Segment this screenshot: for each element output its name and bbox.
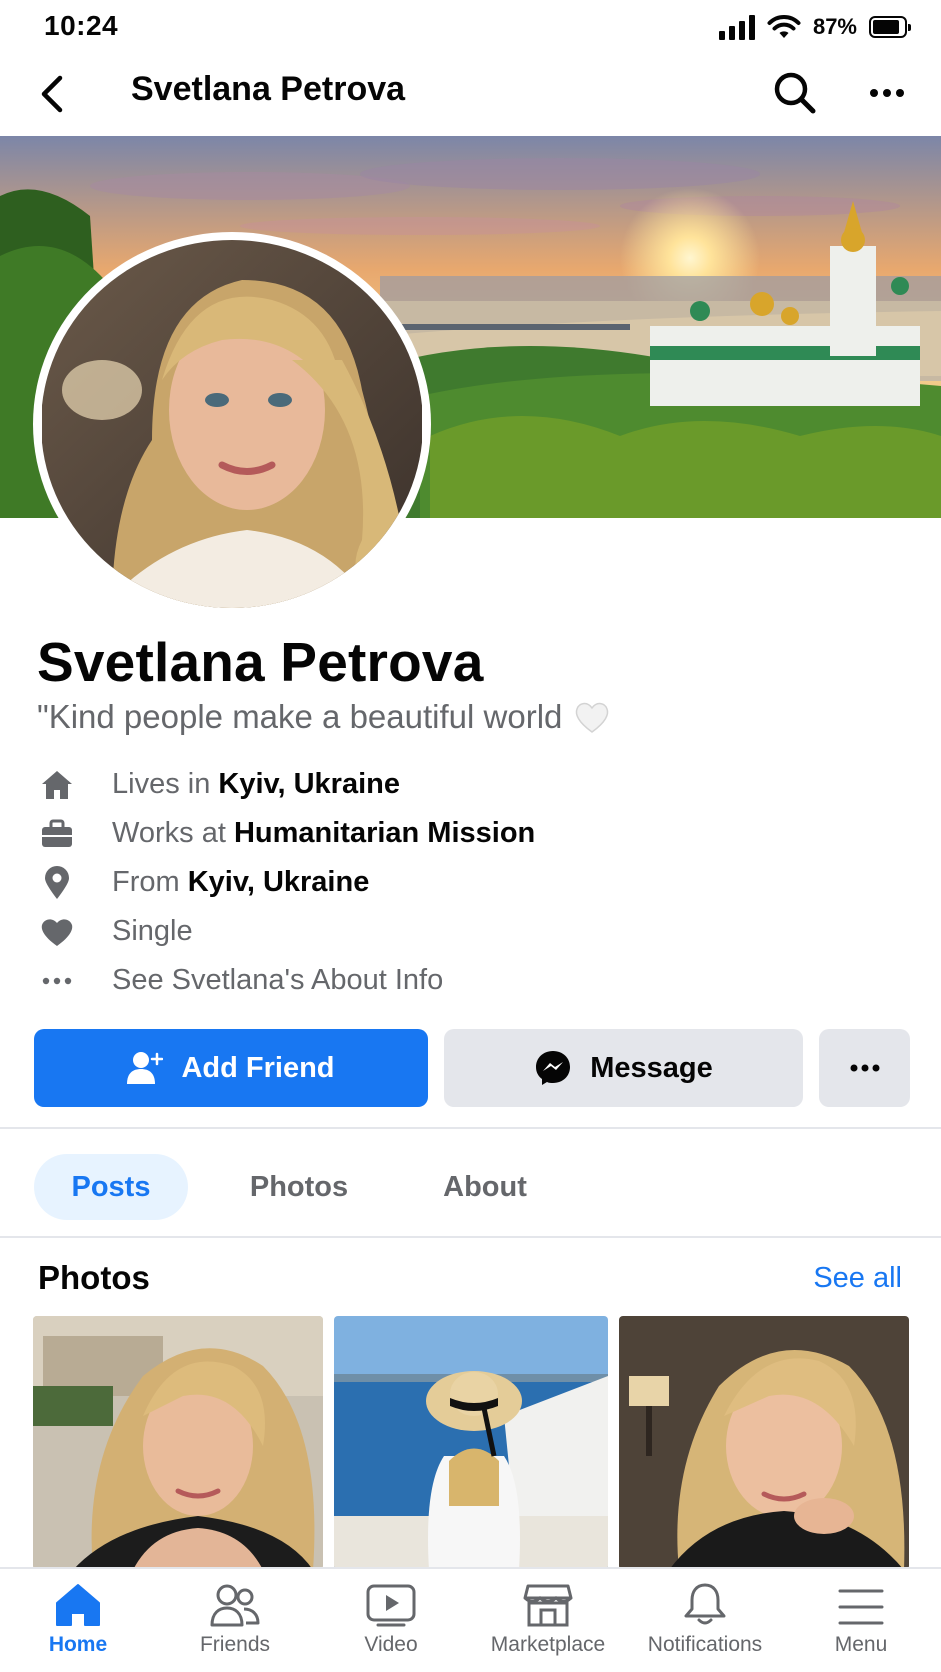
- photos-section-title: Photos: [38, 1259, 150, 1296]
- cellular-signal-icon: [718, 14, 755, 40]
- search-icon: [774, 72, 816, 114]
- add-friend-icon: [127, 1052, 164, 1084]
- video-icon: [366, 1584, 416, 1627]
- home-icon: [56, 1584, 100, 1626]
- message-button[interactable]: Message: [444, 1029, 803, 1107]
- avatar: [42, 240, 422, 608]
- nav-marketplace-label: Marketplace: [490, 1633, 606, 1656]
- bio-text: "Kind people make a beautiful world: [37, 698, 563, 735]
- bell-icon: [684, 1583, 726, 1625]
- message-label: Message: [590, 1051, 713, 1084]
- nav-video-label: Video: [364, 1633, 418, 1656]
- profile-picture[interactable]: [33, 232, 431, 616]
- lives-in-location[interactable]: Kyiv, Ukraine: [218, 768, 400, 801]
- relationship-status: Single: [112, 915, 193, 947]
- chevron-left-icon: [41, 75, 63, 113]
- back-button[interactable]: [30, 72, 74, 116]
- see-all-photos-link[interactable]: See all: [813, 1262, 902, 1295]
- profile-more-button[interactable]: [819, 1029, 910, 1107]
- nav-menu[interactable]: Menu: [783, 1569, 939, 1672]
- tab-about-label: About: [443, 1170, 527, 1203]
- nav-menu-label: Menu: [834, 1633, 888, 1656]
- intro-details: Lives in Kyiv, Ukraine Works at Humanita…: [37, 760, 535, 1005]
- search-button[interactable]: [770, 68, 820, 118]
- lives-in-prefix: Lives in: [112, 768, 219, 800]
- info-lives-in: Lives in Kyiv, Ukraine: [37, 760, 535, 809]
- marketplace-icon: [523, 1584, 573, 1627]
- nav-video[interactable]: Video: [313, 1569, 469, 1672]
- more-dots-icon: [850, 1064, 879, 1072]
- nav-home[interactable]: Home: [0, 1569, 156, 1672]
- info-from: From Kyiv, Ukraine: [37, 858, 535, 907]
- tab-photos-label: Photos: [249, 1170, 349, 1203]
- photo-thumbnail[interactable]: [619, 1316, 909, 1570]
- menu-icon: [838, 1589, 884, 1625]
- messenger-icon: [536, 1051, 571, 1085]
- from-prefix: From: [112, 866, 188, 898]
- photo-thumbnail[interactable]: [33, 1316, 323, 1570]
- info-relationship: Single: [37, 907, 535, 956]
- tab-photos[interactable]: Photos: [224, 1154, 374, 1220]
- profile-name: Svetlana Petrova: [37, 631, 484, 693]
- more-dots-icon: [37, 961, 77, 1001]
- tab-posts-label: Posts: [71, 1170, 151, 1203]
- white-heart-icon: [576, 702, 609, 733]
- bottom-navigation: Home Friends Video Marketplace Notificat…: [0, 1567, 941, 1672]
- nav-friends-label: Friends: [199, 1633, 271, 1656]
- see-about-info-link[interactable]: See Svetlana's About Info: [112, 964, 443, 997]
- battery-percent: 87%: [812, 14, 857, 39]
- works-at-prefix: Works at: [112, 817, 234, 849]
- home-icon: [37, 765, 77, 805]
- from-location[interactable]: Kyiv, Ukraine: [188, 866, 370, 899]
- briefcase-icon: [37, 814, 77, 854]
- nav-notifications-label: Notifications: [647, 1633, 763, 1656]
- add-friend-label: Add Friend: [181, 1051, 335, 1084]
- header-title: Svetlana Petrova: [131, 70, 406, 108]
- nav-notifications[interactable]: Notifications: [627, 1569, 783, 1672]
- nav-home-label: Home: [48, 1633, 108, 1656]
- divider: [0, 1127, 941, 1129]
- battery-icon: [869, 16, 911, 38]
- nav-marketplace[interactable]: Marketplace: [470, 1569, 626, 1672]
- works-at-employer[interactable]: Humanitarian Mission: [234, 817, 535, 850]
- location-pin-icon: [37, 863, 77, 903]
- tab-about[interactable]: About: [410, 1154, 560, 1220]
- info-see-about[interactable]: See Svetlana's About Info: [37, 956, 535, 1005]
- status-indicators: 87%: [718, 14, 911, 40]
- header-more-button[interactable]: [862, 68, 912, 118]
- wifi-icon: [767, 15, 801, 38]
- add-friend-button[interactable]: Add Friend: [34, 1029, 428, 1107]
- heart-icon: [37, 912, 77, 952]
- nav-friends[interactable]: Friends: [157, 1569, 313, 1672]
- profile-header: Svetlana Petrova: [0, 56, 941, 136]
- status-bar: 10:24 87%: [0, 0, 941, 56]
- status-time: 10:24: [44, 10, 119, 41]
- friends-icon: [210, 1584, 260, 1627]
- more-dots-icon: [870, 89, 904, 97]
- photo-thumbnail[interactable]: [334, 1316, 608, 1570]
- profile-bio: "Kind people make a beautiful world: [37, 698, 610, 736]
- divider: [0, 1236, 941, 1238]
- info-works-at: Works at Humanitarian Mission: [37, 809, 535, 858]
- tab-posts[interactable]: Posts: [34, 1154, 188, 1220]
